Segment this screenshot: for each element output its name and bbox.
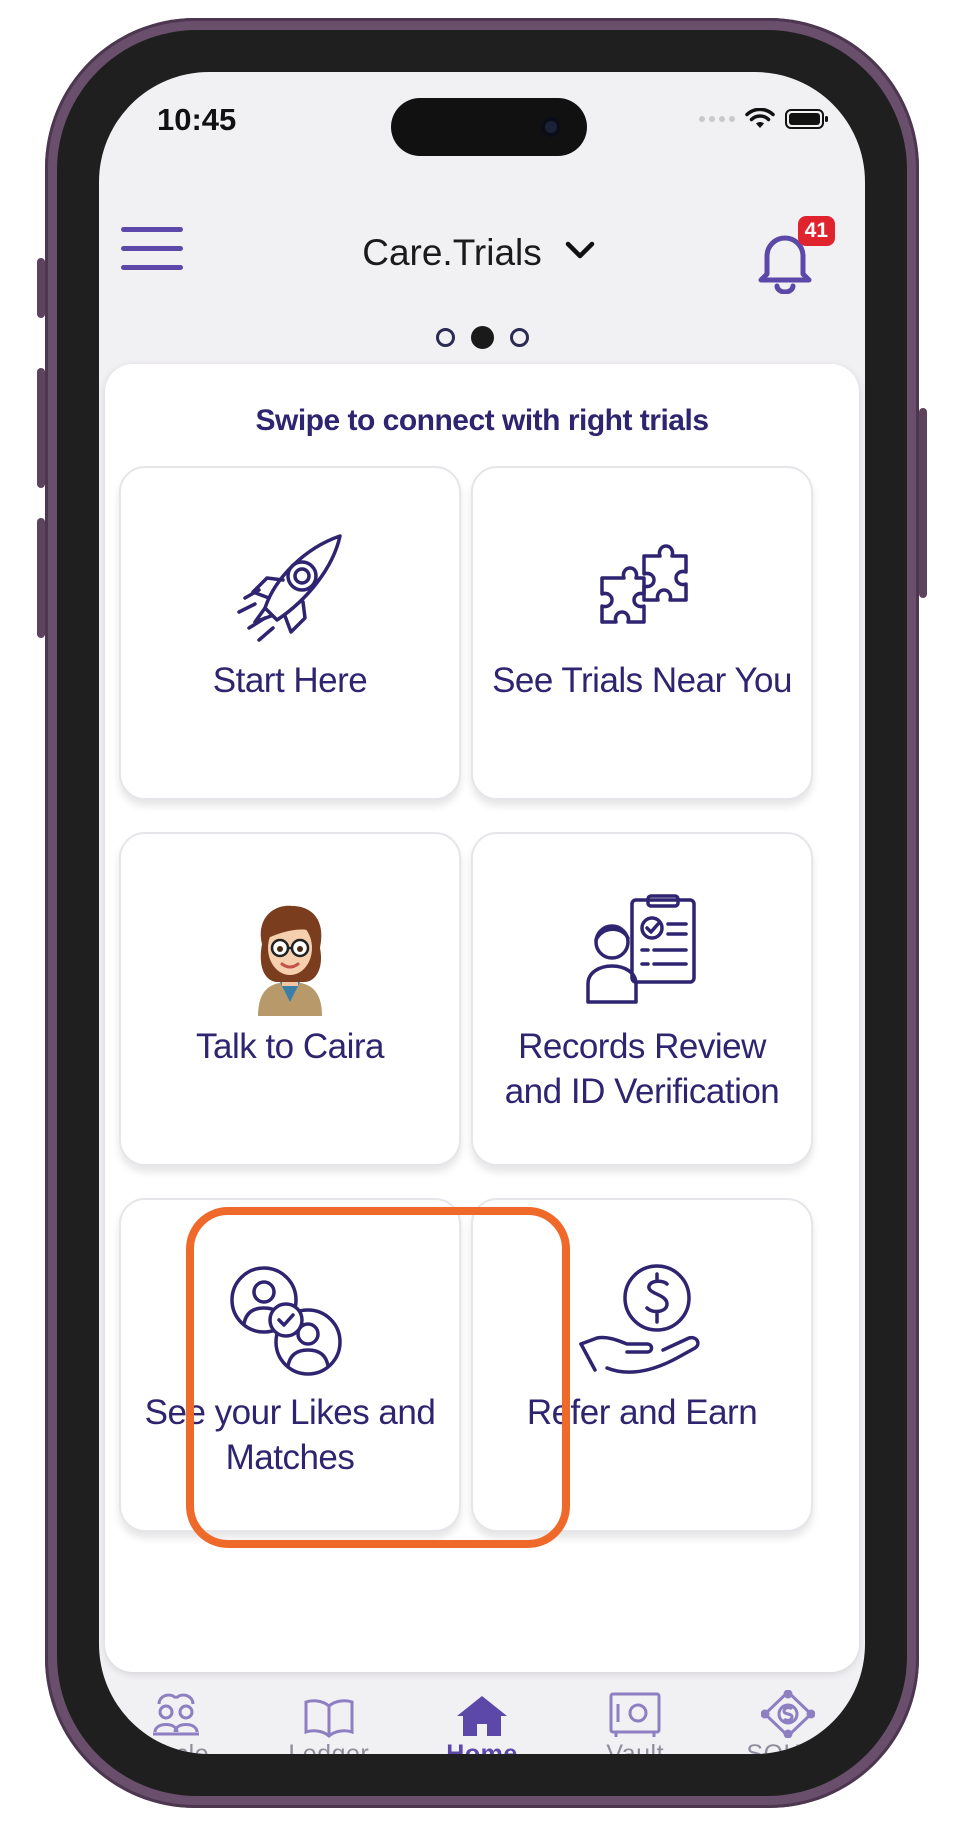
- rocket-icon: [237, 534, 342, 642]
- app-switcher[interactable]: Care.Trials: [99, 232, 865, 274]
- solve-icon: [761, 1690, 816, 1738]
- volume-up-button: [37, 368, 45, 488]
- status-indicators: [699, 108, 829, 130]
- tab-circle-label: Circle: [142, 1740, 210, 1754]
- tab-ledger-label: Ledger: [288, 1740, 370, 1754]
- start-here-tile[interactable]: Start Here: [119, 466, 461, 800]
- tab-vault[interactable]: Vault: [559, 1682, 712, 1754]
- talk-to-caira-label: Talk to Caira: [195, 1027, 385, 1066]
- refer-and-earn-label: Refer and Earn: [526, 1393, 758, 1432]
- tab-solve-label: SOLVE: [746, 1740, 831, 1754]
- status-time: 10:45: [157, 102, 237, 137]
- circle-people-icon: [152, 1693, 199, 1736]
- mute-switch: [37, 258, 45, 318]
- notifications-button[interactable]: 41: [755, 216, 835, 296]
- caira-avatar: [258, 905, 322, 1016]
- refer-earn-icon: [579, 1264, 700, 1374]
- likes-and-matches-label-line2: Matches: [225, 1438, 355, 1477]
- likes-and-matches-tile[interactable]: See your Likes and Matches: [119, 1198, 461, 1532]
- notification-badge: 41: [797, 216, 835, 246]
- page-dot[interactable]: [435, 328, 455, 347]
- page-dot-active[interactable]: [470, 326, 494, 349]
- vault-icon: [609, 1692, 661, 1737]
- talk-to-caira-tile[interactable]: Talk to Caira: [119, 832, 461, 1166]
- likes-and-matches-label: See your Likes and Matches: [131, 1390, 449, 1480]
- dynamic-island: [391, 98, 587, 156]
- tab-home-label: Home: [446, 1740, 518, 1754]
- screen: 10:45 Care.Trials 41 Swipe to connect wi…: [99, 72, 865, 1754]
- wifi-icon: [745, 108, 775, 128]
- battery-icon: [785, 109, 828, 129]
- likes-and-matches-label-line1: See your Likes and: [144, 1393, 436, 1432]
- phone-frame: 10:45 Care.Trials 41 Swipe to connect wi…: [37, 18, 927, 1808]
- records-review-icon: [586, 894, 696, 1004]
- bezel: 10:45 Care.Trials 41 Swipe to connect wi…: [57, 30, 907, 1796]
- likes-matches-icon: [230, 1266, 342, 1376]
- home-icon: [457, 1696, 507, 1736]
- tab-solve[interactable]: SOLVE: [712, 1682, 865, 1754]
- tab-vault-label: Vault: [606, 1740, 665, 1754]
- see-trials-near-you-label: See Trials Near You: [492, 661, 792, 700]
- trials-panel: Swipe to connect with right trials Start…: [105, 364, 859, 1672]
- chevron-down-icon[interactable]: [564, 240, 596, 262]
- records-review-label-line1: Records Review: [518, 1027, 766, 1066]
- tab-home[interactable]: Home: [405, 1682, 558, 1754]
- book-icon: [304, 1699, 354, 1738]
- page-indicator: [99, 326, 865, 349]
- power-button: [919, 408, 927, 598]
- volume-down-button: [37, 518, 45, 638]
- signal-dots-icon: [699, 116, 735, 122]
- start-here-label: Start Here: [212, 661, 368, 700]
- app-title: Care.Trials: [362, 232, 542, 273]
- records-review-label: Records Review and ID Verification: [483, 1024, 801, 1114]
- tab-ledger[interactable]: Ledger: [252, 1682, 405, 1754]
- records-review-tile[interactable]: Records Review and ID Verification: [471, 832, 813, 1166]
- refer-and-earn-tile[interactable]: Refer and Earn: [471, 1198, 813, 1532]
- camera-icon: [541, 117, 561, 137]
- tab-circle[interactable]: Circle: [99, 1682, 252, 1754]
- puzzle-icon: [600, 544, 688, 624]
- bottom-tab-bar: Circle Ledger Home Vault SOLVE: [99, 1682, 865, 1754]
- page-dot[interactable]: [509, 328, 529, 347]
- see-trials-near-you-tile[interactable]: See Trials Near You: [471, 466, 813, 800]
- app-header: Care.Trials 41: [99, 202, 865, 294]
- records-review-label-line2: and ID Verification: [504, 1072, 780, 1111]
- panel-heading: Swipe to connect with right trials: [255, 404, 709, 437]
